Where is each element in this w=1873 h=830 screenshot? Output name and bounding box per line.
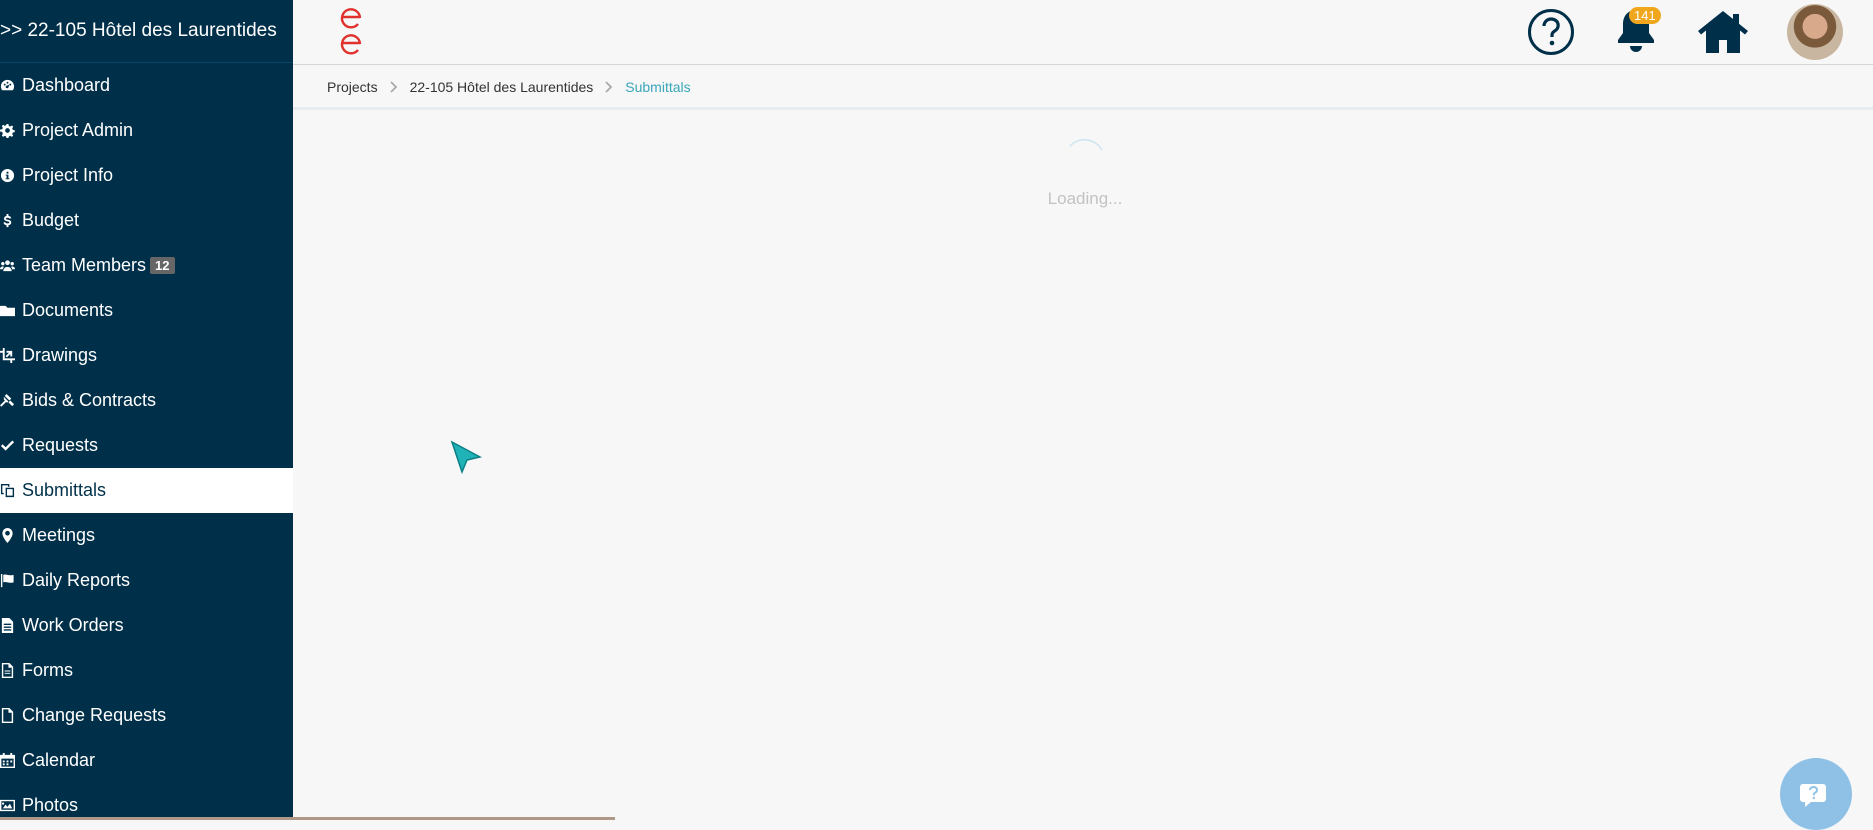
home-icon[interactable] (1697, 9, 1749, 55)
breadcrumb-project[interactable]: 22-105 Hôtel des Laurentides (410, 79, 594, 95)
sidebar-item-label: Budget (22, 210, 80, 230)
sidebar-item-label: Photos (22, 795, 79, 815)
check-icon (0, 438, 22, 453)
copy-icon (0, 483, 22, 498)
sidebar-item-label: Forms (22, 660, 73, 680)
company-logo[interactable] (339, 4, 363, 56)
sidebar-item-documents[interactable]: Documents (0, 288, 293, 333)
gear-icon (0, 123, 22, 138)
top-bar: 141 (293, 0, 1873, 65)
info-icon (0, 168, 22, 183)
sidebar-item-label: Project Admin (22, 120, 134, 140)
sidebar-nav: Dashboard Project Admin Project Info Bud… (0, 63, 293, 820)
breadcrumb-current: Submittals (625, 79, 691, 95)
sidebar: >> 22-105 Hôtel des Laurentides Dashboar… (0, 0, 293, 820)
calendar-icon (0, 753, 22, 768)
sidebar-item-label: Daily Reports (22, 570, 131, 590)
loading-indicator: Loading... (1040, 132, 1130, 209)
document-icon (0, 618, 22, 633)
cursor-pointer-icon (450, 440, 482, 474)
sidebar-item-daily-reports[interactable]: Daily Reports (0, 558, 293, 603)
sidebar-item-dashboard[interactable]: Dashboard (0, 63, 293, 108)
sidebar-item-label: Submittals (22, 480, 107, 500)
sidebar-item-drawings[interactable]: Drawings (0, 333, 293, 378)
sidebar-item-meetings[interactable]: Meetings (0, 513, 293, 558)
dashboard-icon (0, 78, 22, 93)
map-pin-icon (0, 528, 22, 543)
sidebar-item-label: Requests (22, 435, 99, 455)
sidebar-item-requests[interactable]: Requests (0, 423, 293, 468)
sidebar-item-work-orders[interactable]: Work Orders (0, 603, 293, 648)
form-icon (0, 663, 22, 678)
sidebar-item-label: Calendar (22, 750, 96, 770)
folder-icon (0, 303, 22, 318)
gavel-icon (0, 393, 22, 408)
sidebar-item-label: Drawings (22, 345, 98, 365)
sidebar-item-label: Dashboard (22, 75, 111, 95)
file-icon (0, 708, 22, 723)
loading-text: Loading... (1047, 189, 1123, 208)
team-count-badge: 12 (150, 257, 175, 274)
sidebar-item-label: Meetings (22, 525, 96, 545)
top-icons: 141 (1527, 4, 1843, 60)
sidebar-item-label: Team Members (22, 255, 147, 275)
crop-icon (0, 348, 22, 363)
chevron-right-icon (389, 81, 398, 93)
flag-icon (0, 573, 22, 588)
help-chat-button[interactable] (1780, 758, 1852, 830)
sidebar-item-team-members[interactable]: Team Members 12 (0, 243, 293, 288)
sidebar-item-calendar[interactable]: Calendar (0, 738, 293, 783)
dollar-icon (0, 213, 22, 228)
image-icon (0, 798, 22, 813)
sidebar-item-project-info[interactable]: Project Info (0, 153, 293, 198)
team-icon (0, 258, 22, 273)
sidebar-item-label: Change Requests (22, 705, 167, 725)
project-title[interactable]: >> 22-105 Hôtel des Laurentides (0, 0, 293, 63)
sidebar-item-photos[interactable]: Photos (0, 783, 293, 820)
sidebar-item-label: Project Info (22, 165, 114, 185)
sidebar-item-budget[interactable]: Budget (0, 198, 293, 243)
sidebar-item-bids-contracts[interactable]: Bids & Contracts (0, 378, 293, 423)
spinner-icon (1069, 138, 1103, 151)
chevron-right-icon (605, 81, 613, 93)
help-icon[interactable] (1527, 8, 1575, 56)
sidebar-item-change-requests[interactable]: Change Requests (0, 693, 293, 738)
sidebar-item-project-admin[interactable]: Project Admin (0, 108, 293, 153)
sidebar-item-forms[interactable]: Forms (0, 648, 293, 693)
breadcrumb: Projects 22-105 Hôtel des Laurentides Su… (293, 67, 1873, 110)
sidebar-item-label: Work Orders (22, 615, 124, 635)
chat-question-icon (1800, 784, 1826, 807)
user-avatar[interactable] (1787, 4, 1843, 60)
sidebar-item-submittals[interactable]: Submittals (0, 468, 293, 513)
sidebar-item-label: Bids & Contracts (22, 390, 157, 410)
notifications[interactable]: 141 (1613, 6, 1661, 59)
notification-badge: 141 (1629, 6, 1661, 24)
sidebar-item-label: Documents (22, 300, 114, 320)
breadcrumb-projects[interactable]: Projects (327, 79, 378, 95)
